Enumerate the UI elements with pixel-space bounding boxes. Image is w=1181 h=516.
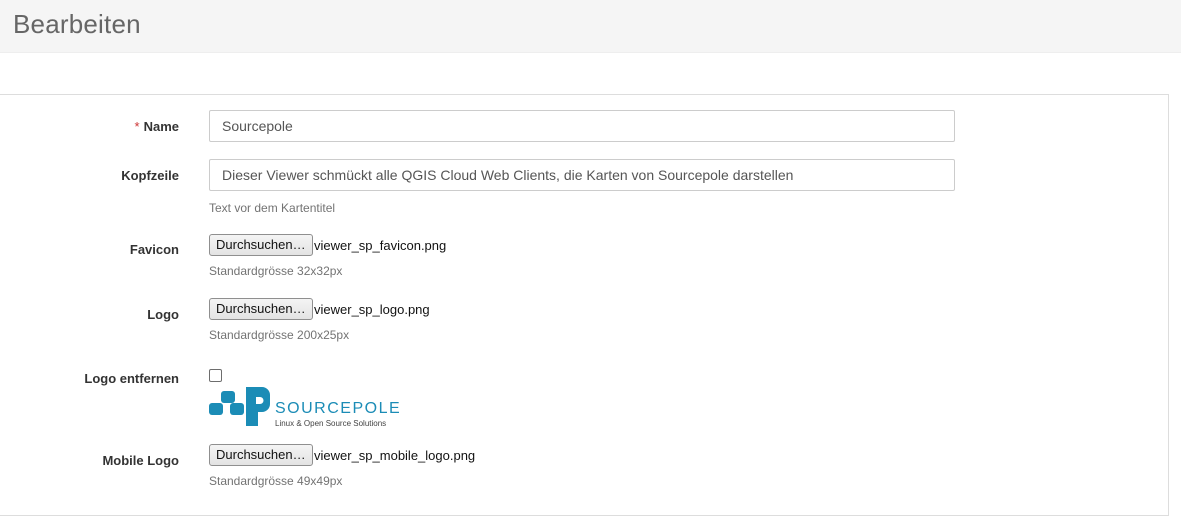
logo-tagline: Linux & Open Source Solutions	[275, 419, 386, 428]
sourcepole-logo: SOURCEPOLE Linux & Open Source Solutions	[209, 387, 401, 428]
logo-browse-button[interactable]: Durchsuchen…	[209, 298, 313, 320]
favicon-label: Favicon	[129, 242, 179, 257]
kopfzeile-label: Kopfzeile	[121, 168, 179, 183]
kopfzeile-input[interactable]	[209, 159, 955, 191]
mobile-logo-browse-button[interactable]: Durchsuchen…	[209, 444, 313, 466]
mobile-logo-file-name: viewer_sp_mobile_logo.png	[314, 448, 476, 463]
name-label: * Name	[135, 119, 179, 134]
logo-wordmark: SOURCEPOLE	[275, 400, 401, 417]
page-header: Bearbeiten	[0, 0, 1181, 53]
logo-label: Logo	[147, 307, 179, 322]
favicon-file-name: viewer_sp_favicon.png	[314, 238, 447, 253]
remove-logo-label: Logo entfernen	[84, 371, 179, 386]
favicon-help: Standardgrösse 32x32px	[209, 264, 343, 278]
kopfzeile-help: Text vor dem Kartentitel	[209, 201, 336, 215]
logo-help: Standardgrösse 200x25px	[209, 328, 350, 342]
page-title: Bearbeiten	[13, 9, 141, 39]
name-input[interactable]	[209, 110, 955, 142]
mobile-logo-label: Mobile Logo	[102, 453, 179, 468]
mobile-logo-help: Standardgrösse 49x49px	[209, 474, 343, 488]
logo-file-name: viewer_sp_logo.png	[314, 302, 430, 317]
favicon-browse-button[interactable]: Durchsuchen…	[209, 234, 313, 256]
remove-logo-checkbox[interactable]	[209, 369, 222, 382]
required-mark: *	[134, 119, 140, 134]
name-label-text: Name	[143, 119, 179, 134]
